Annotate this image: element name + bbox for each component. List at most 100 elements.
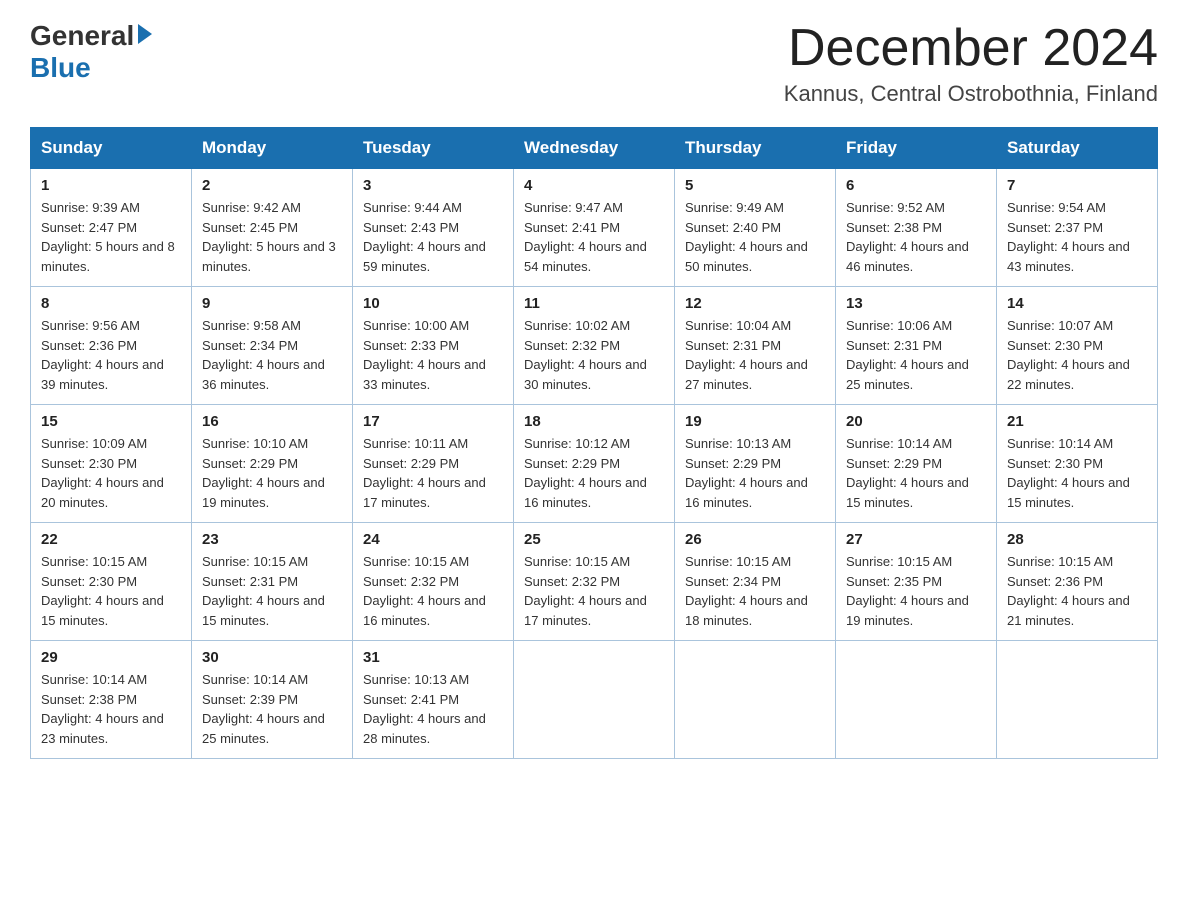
day-number: 13: [846, 295, 986, 312]
day-info: Sunrise: 9:56 AMSunset: 2:36 PMDaylight:…: [41, 316, 181, 394]
day-info: Sunrise: 9:39 AMSunset: 2:47 PMDaylight:…: [41, 198, 181, 276]
logo: General Blue: [30, 20, 152, 84]
day-number: 11: [524, 295, 664, 312]
day-info: Sunrise: 9:52 AMSunset: 2:38 PMDaylight:…: [846, 198, 986, 276]
calendar-week-row: 29 Sunrise: 10:14 AMSunset: 2:38 PMDaylig…: [31, 641, 1158, 759]
day-number: 26: [685, 531, 825, 548]
day-number: 17: [363, 413, 503, 430]
column-header-monday: Monday: [192, 128, 353, 169]
table-row: 29 Sunrise: 10:14 AMSunset: 2:38 PMDaylig…: [31, 641, 192, 759]
column-header-saturday: Saturday: [997, 128, 1158, 169]
day-number: 6: [846, 177, 986, 194]
table-row: 17 Sunrise: 10:11 AMSunset: 2:29 PMDaylig…: [353, 405, 514, 523]
calendar-header-row: SundayMondayTuesdayWednesdayThursdayFrid…: [31, 128, 1158, 169]
day-info: Sunrise: 10:15 AMSunset: 2:32 PMDaylight…: [363, 552, 503, 630]
day-number: 2: [202, 177, 342, 194]
table-row: 9 Sunrise: 9:58 AMSunset: 2:34 PMDaylight…: [192, 287, 353, 405]
table-row: 20 Sunrise: 10:14 AMSunset: 2:29 PMDaylig…: [836, 405, 997, 523]
table-row: 6 Sunrise: 9:52 AMSunset: 2:38 PMDaylight…: [836, 169, 997, 287]
table-row: 28 Sunrise: 10:15 AMSunset: 2:36 PMDaylig…: [997, 523, 1158, 641]
table-row: 3Sunrise: 9:44 AMSunset: 2:43 PMDaylight…: [353, 169, 514, 287]
table-row: 30 Sunrise: 10:14 AMSunset: 2:39 PMDaylig…: [192, 641, 353, 759]
day-number: 19: [685, 413, 825, 430]
day-number: 12: [685, 295, 825, 312]
day-number: 30: [202, 649, 342, 666]
table-row: 16 Sunrise: 10:10 AMSunset: 2:29 PMDaylig…: [192, 405, 353, 523]
day-number: 28: [1007, 531, 1147, 548]
day-info: Sunrise: 10:14 AMSunset: 2:39 PMDaylight…: [202, 670, 342, 748]
day-info: Sunrise: 10:07 AMSunset: 2:30 PMDaylight…: [1007, 316, 1147, 394]
day-info: Sunrise: 10:12 AMSunset: 2:29 PMDaylight…: [524, 434, 664, 512]
day-number: 25: [524, 531, 664, 548]
month-title: December 2024: [784, 20, 1158, 77]
column-header-thursday: Thursday: [675, 128, 836, 169]
day-number: 15: [41, 413, 181, 430]
table-row: 7 Sunrise: 9:54 AMSunset: 2:37 PMDaylight…: [997, 169, 1158, 287]
day-number: 31: [363, 649, 503, 666]
table-row: [675, 641, 836, 759]
day-number: 18: [524, 413, 664, 430]
day-info: Sunrise: 10:02 AMSunset: 2:32 PMDaylight…: [524, 316, 664, 394]
table-row: 2 Sunrise: 9:42 AMSunset: 2:45 PMDaylight…: [192, 169, 353, 287]
column-header-sunday: Sunday: [31, 128, 192, 169]
day-info: Sunrise: 10:06 AMSunset: 2:31 PMDaylight…: [846, 316, 986, 394]
day-number: 22: [41, 531, 181, 548]
table-row: 8Sunrise: 9:56 AMSunset: 2:36 PMDaylight…: [31, 287, 192, 405]
day-number: 29: [41, 649, 181, 666]
table-row: [514, 641, 675, 759]
day-number: 20: [846, 413, 986, 430]
day-info: Sunrise: 9:54 AMSunset: 2:37 PMDaylight:…: [1007, 198, 1147, 276]
table-row: 1 Sunrise: 9:39 AMSunset: 2:47 PMDaylight…: [31, 169, 192, 287]
table-row: 15 Sunrise: 10:09 AMSunset: 2:30 PMDaylig…: [31, 405, 192, 523]
day-number: 7: [1007, 177, 1147, 194]
day-info: Sunrise: 10:15 AMSunset: 2:34 PMDaylight…: [685, 552, 825, 630]
table-row: 23Sunrise: 10:15 AMSunset: 2:31 PMDaylig…: [192, 523, 353, 641]
day-number: 5: [685, 177, 825, 194]
day-info: Sunrise: 10:13 AMSunset: 2:41 PMDaylight…: [363, 670, 503, 748]
day-info: Sunrise: 10:04 AMSunset: 2:31 PMDaylight…: [685, 316, 825, 394]
day-info: Sunrise: 10:10 AMSunset: 2:29 PMDaylight…: [202, 434, 342, 512]
column-header-wednesday: Wednesday: [514, 128, 675, 169]
day-info: Sunrise: 9:49 AMSunset: 2:40 PMDaylight:…: [685, 198, 825, 276]
calendar-week-row: 22Sunrise: 10:15 AMSunset: 2:30 PMDaylig…: [31, 523, 1158, 641]
day-number: 24: [363, 531, 503, 548]
table-row: 10Sunrise: 10:00 AMSunset: 2:33 PMDaylig…: [353, 287, 514, 405]
table-row: 12 Sunrise: 10:04 AMSunset: 2:31 PMDaylig…: [675, 287, 836, 405]
table-row: 21Sunrise: 10:14 AMSunset: 2:30 PMDaylig…: [997, 405, 1158, 523]
day-info: Sunrise: 9:58 AMSunset: 2:34 PMDaylight:…: [202, 316, 342, 394]
table-row: 11 Sunrise: 10:02 AMSunset: 2:32 PMDaylig…: [514, 287, 675, 405]
day-info: Sunrise: 10:13 AMSunset: 2:29 PMDaylight…: [685, 434, 825, 512]
column-header-friday: Friday: [836, 128, 997, 169]
table-row: 5 Sunrise: 9:49 AMSunset: 2:40 PMDaylight…: [675, 169, 836, 287]
table-row: 25Sunrise: 10:15 AMSunset: 2:32 PMDaylig…: [514, 523, 675, 641]
table-row: [997, 641, 1158, 759]
day-info: Sunrise: 10:15 AMSunset: 2:35 PMDaylight…: [846, 552, 986, 630]
day-info: Sunrise: 9:47 AMSunset: 2:41 PMDaylight:…: [524, 198, 664, 276]
calendar-week-row: 15 Sunrise: 10:09 AMSunset: 2:30 PMDaylig…: [31, 405, 1158, 523]
day-info: Sunrise: 10:15 AMSunset: 2:36 PMDaylight…: [1007, 552, 1147, 630]
day-number: 27: [846, 531, 986, 548]
column-header-tuesday: Tuesday: [353, 128, 514, 169]
title-block: December 2024 Kannus, Central Ostrobothn…: [784, 20, 1158, 107]
table-row: 26 Sunrise: 10:15 AMSunset: 2:34 PMDaylig…: [675, 523, 836, 641]
day-number: 1: [41, 177, 181, 194]
day-info: Sunrise: 9:42 AMSunset: 2:45 PMDaylight:…: [202, 198, 342, 276]
day-info: Sunrise: 10:14 AMSunset: 2:30 PMDaylight…: [1007, 434, 1147, 512]
location-subtitle: Kannus, Central Ostrobothnia, Finland: [784, 81, 1158, 107]
day-info: Sunrise: 10:09 AMSunset: 2:30 PMDaylight…: [41, 434, 181, 512]
calendar-week-row: 8Sunrise: 9:56 AMSunset: 2:36 PMDaylight…: [31, 287, 1158, 405]
logo-arrow-icon: [138, 24, 152, 44]
day-number: 4: [524, 177, 664, 194]
table-row: 22Sunrise: 10:15 AMSunset: 2:30 PMDaylig…: [31, 523, 192, 641]
day-info: Sunrise: 10:14 AMSunset: 2:29 PMDaylight…: [846, 434, 986, 512]
day-info: Sunrise: 10:14 AMSunset: 2:38 PMDaylight…: [41, 670, 181, 748]
day-number: 10: [363, 295, 503, 312]
table-row: 18 Sunrise: 10:12 AMSunset: 2:29 PMDaylig…: [514, 405, 675, 523]
logo-blue-text: Blue: [30, 52, 91, 83]
day-info: Sunrise: 10:11 AMSunset: 2:29 PMDaylight…: [363, 434, 503, 512]
day-number: 16: [202, 413, 342, 430]
calendar-table: SundayMondayTuesdayWednesdayThursdayFrid…: [30, 127, 1158, 759]
day-number: 9: [202, 295, 342, 312]
table-row: 4 Sunrise: 9:47 AMSunset: 2:41 PMDaylight…: [514, 169, 675, 287]
logo-general-text: General: [30, 20, 134, 52]
